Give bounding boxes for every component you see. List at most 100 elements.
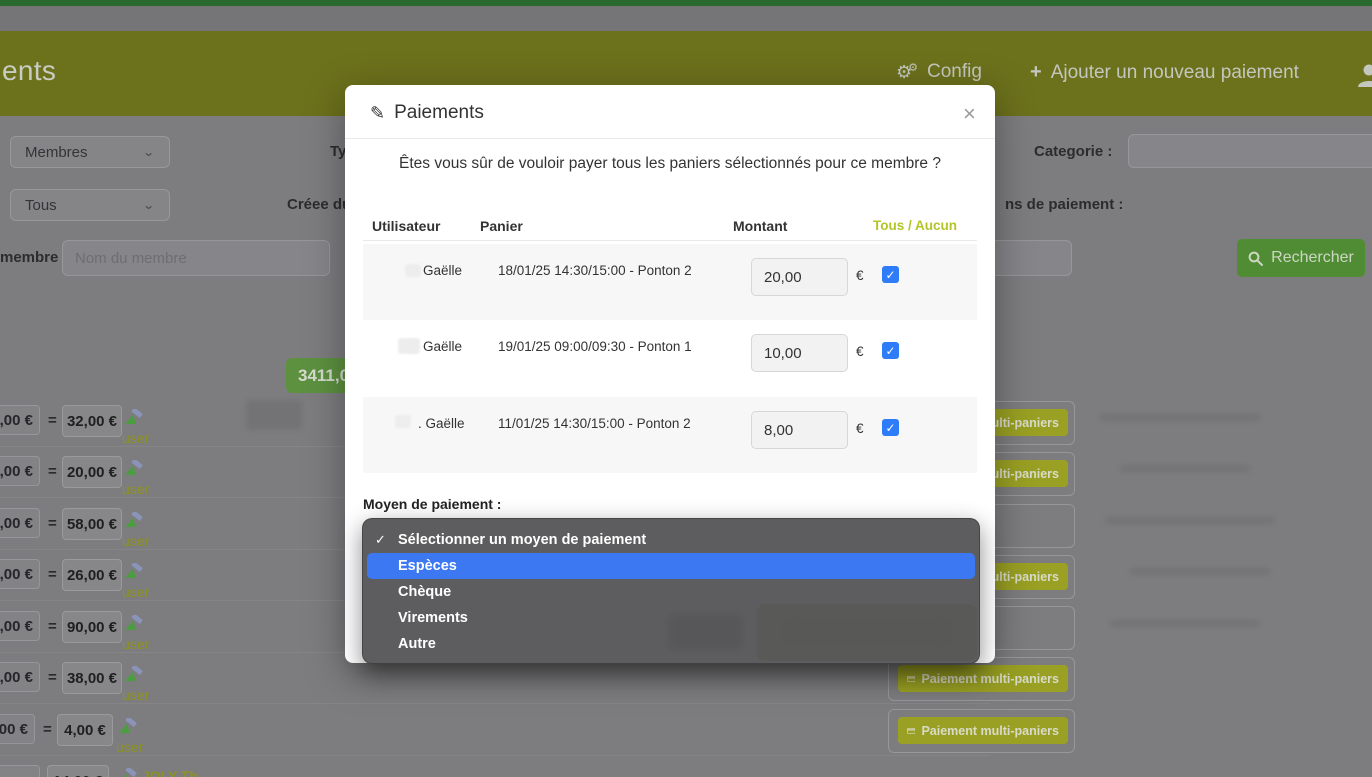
user-caption: user <box>122 584 149 600</box>
edit-chart-icon[interactable] <box>118 768 138 777</box>
amount-text: 0,00 € <box>0 463 33 480</box>
user-account-icon[interactable] <box>1356 62 1372 88</box>
equals-sign: = <box>48 618 57 635</box>
pencil-icon: ✎ <box>370 103 385 124</box>
multi-basket-payment-button[interactable]: Paiement multi-paniers <box>898 717 1068 744</box>
card-icon <box>907 726 915 736</box>
row-amount-box: 38,00 € <box>62 662 122 694</box>
dropdown-option-label: Sélectionner un moyen de paiement <box>398 532 646 548</box>
redacted-content <box>1130 568 1270 575</box>
paid-amount-fragment: 6,00 € <box>0 559 40 589</box>
paid-amount-fragment: ,00 € <box>0 714 35 744</box>
payment-means-label: ns de paiement : <box>1005 196 1123 213</box>
currency-symbol: € <box>856 268 864 283</box>
amount-text: 90,00 € <box>67 619 117 636</box>
edit-chart-icon[interactable] <box>124 409 144 425</box>
dropdown-option-cheque[interactable]: Chèque <box>367 579 975 605</box>
edit-chart-icon[interactable] <box>124 615 144 631</box>
category-label: Categorie : <box>1034 143 1112 160</box>
basket-row: . Gaëlle 11/01/25 14:30/15:00 - Ponton 2… <box>363 397 977 473</box>
row-basket: 11/01/25 14:30/15:00 - Ponton 2 <box>498 416 691 431</box>
row-amount-input[interactable] <box>751 334 848 372</box>
amount-text: 20,00 € <box>67 464 117 481</box>
modal-title: Paiements <box>394 102 484 124</box>
paid-amount-fragment: 2,00 € <box>0 405 40 435</box>
col-header-user: Utilisateur <box>372 218 440 234</box>
row-amount-field[interactable] <box>752 259 847 295</box>
config-label: Config <box>927 61 982 83</box>
member-name-input[interactable] <box>62 240 330 276</box>
member-name-input-field[interactable] <box>63 241 329 275</box>
row-checkbox[interactable]: ✓ <box>882 342 899 359</box>
dropdown-option-label: Virements <box>398 610 468 626</box>
dropdown-option-label: Chèque <box>398 584 451 600</box>
edit-chart-icon[interactable] <box>124 512 144 528</box>
equals-sign: = <box>48 463 57 480</box>
row-user: . Gaëlle <box>418 416 465 431</box>
redacted-content <box>1120 465 1250 472</box>
modal-title-row: ✎ Paiements <box>370 102 484 124</box>
row-amount-field[interactable] <box>752 335 847 371</box>
equals-sign: = <box>48 412 57 429</box>
chevron-down-icon: ⌄ <box>142 145 155 159</box>
add-payment-label: Ajouter un nouveau paiement <box>1051 62 1299 84</box>
amount-text: 14,00 € <box>53 773 103 777</box>
multi-basket-payment-label: Paiement multi-paniers <box>921 724 1059 738</box>
user-caption: user <box>116 739 143 755</box>
multi-basket-payment-button[interactable]: Paiement multi-paniers <box>898 665 1068 692</box>
dropdown-option-virements[interactable]: Virements <box>367 605 975 631</box>
row-basket: 18/01/25 14:30/15:00 - Ponton 2 <box>498 263 692 278</box>
category-input-field[interactable] <box>1129 135 1372 167</box>
member-name-text: JOLY Th <box>142 768 198 777</box>
row-amount-box: 20,00 € <box>62 456 122 488</box>
basket-row: Gaëlle 18/01/25 14:30/15:00 - Ponton 2 €… <box>363 244 977 320</box>
dropdown-option-label: Espèces <box>398 558 457 574</box>
row-amount-field[interactable] <box>752 412 847 448</box>
paid-amount-fragment: 0,00 € <box>0 611 40 641</box>
redacted-content <box>246 400 302 430</box>
amount-text: 0,00 € <box>0 618 33 635</box>
category-input[interactable] <box>1128 134 1372 168</box>
edit-chart-icon[interactable] <box>124 460 144 476</box>
amount-text: 32,00 € <box>67 413 117 430</box>
user-caption: user <box>122 533 149 549</box>
config-button[interactable]: ⚙⚙ Config <box>896 61 982 83</box>
chevron-down-icon: ⌄ <box>142 198 155 212</box>
edit-chart-icon[interactable] <box>124 666 144 682</box>
add-payment-button[interactable]: + Ajouter un nouveau paiement <box>1030 61 1299 84</box>
user-caption: user <box>122 481 149 497</box>
members-select[interactable]: Membres ⌄ <box>10 136 170 168</box>
plus-icon: + <box>1030 61 1042 84</box>
row-checkbox[interactable]: ✓ <box>882 266 899 283</box>
equals-sign: = <box>48 566 57 583</box>
status-select[interactable]: Tous ⌄ <box>10 189 170 221</box>
paid-amount-fragment <box>0 765 40 777</box>
multi-basket-payment-label: Paiement multi-paniers <box>921 672 1059 686</box>
created-from-label: Créee du <box>287 196 351 213</box>
search-button[interactable]: Rechercher <box>1237 239 1365 277</box>
user-caption: user <box>122 430 149 446</box>
dropdown-option-autre[interactable]: Autre <box>367 631 975 657</box>
amount-text: 0,00 € <box>0 515 33 532</box>
amount-text: 26,00 € <box>67 567 117 584</box>
currency-symbol: € <box>856 344 864 359</box>
dropdown-option-especes[interactable]: Espèces <box>367 553 975 579</box>
modal-divider <box>363 240 977 241</box>
redacted-name <box>405 264 421 277</box>
close-icon[interactable]: × <box>963 103 976 125</box>
amount-text: 58,00 € <box>67 516 117 533</box>
amount-text: 38,00 € <box>67 670 117 687</box>
currency-symbol: € <box>856 421 864 436</box>
dropdown-option-placeholder[interactable]: ✓ Sélectionner un moyen de paiement <box>367 527 975 553</box>
dropdown-option-label: Autre <box>398 636 436 652</box>
row-amount-box: 4,00 € <box>57 714 113 746</box>
row-checkbox[interactable]: ✓ <box>882 419 899 436</box>
row-divider <box>0 703 990 704</box>
row-amount-input[interactable] <box>751 411 848 449</box>
row-amount-input[interactable] <box>751 258 848 296</box>
toggle-all-link[interactable]: Tous / Aucun <box>873 218 957 233</box>
equals-sign: = <box>43 721 52 738</box>
redacted-content <box>1100 414 1260 421</box>
edit-chart-icon[interactable] <box>118 718 138 734</box>
edit-chart-icon[interactable] <box>124 563 144 579</box>
